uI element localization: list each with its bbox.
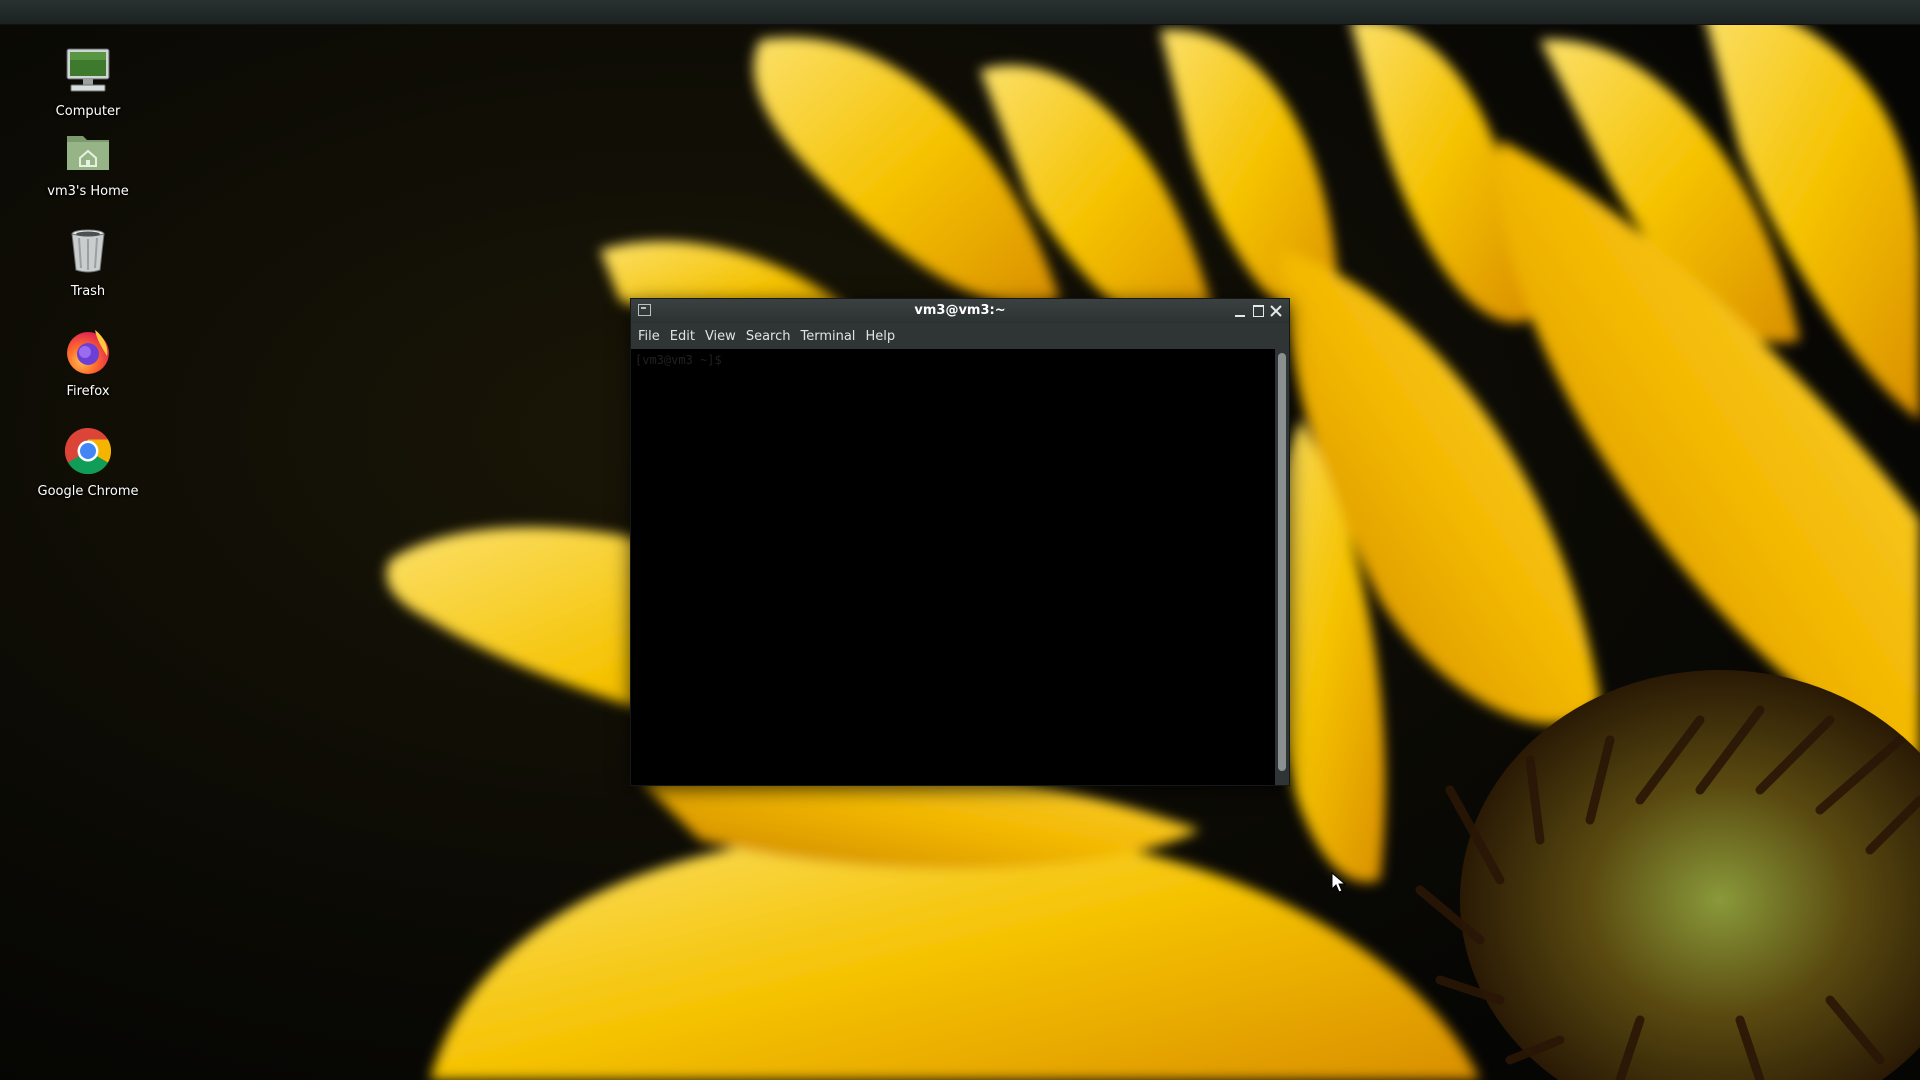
desktop-icon-firefox[interactable]: Firefox: [28, 324, 148, 399]
desktop-icon-computer[interactable]: Computer: [28, 44, 148, 119]
menu-view[interactable]: View: [700, 329, 741, 344]
close-icon: [1270, 305, 1282, 317]
minimize-button[interactable]: [1231, 302, 1249, 320]
maximize-button[interactable]: [1249, 302, 1267, 320]
chrome-icon: [64, 427, 112, 475]
minimize-icon: [1235, 314, 1245, 317]
desktop-icon-label: vm3's Home: [47, 184, 129, 199]
home-folder-icon: [67, 136, 109, 170]
menu-search[interactable]: Search: [741, 329, 796, 344]
desktop-icon-label: Trash: [70, 284, 106, 299]
window-title: vm3@vm3:~: [914, 303, 1006, 318]
terminal-menubar: File Edit View Search Terminal Help: [631, 323, 1289, 349]
terminal-scrollbar[interactable]: [1275, 349, 1289, 785]
menu-help[interactable]: Help: [860, 329, 900, 344]
menu-edit[interactable]: Edit: [665, 329, 700, 344]
maximize-icon: [1252, 305, 1264, 317]
terminal-window[interactable]: vm3@vm3:~ File Edit View Search Terminal…: [630, 298, 1290, 786]
desktop-icon-home[interactable]: vm3's Home: [28, 124, 148, 199]
desktop-icon-trash[interactable]: Trash: [28, 224, 148, 299]
desktop-icon-chrome[interactable]: Google Chrome: [28, 424, 148, 499]
close-button[interactable]: [1267, 302, 1285, 320]
terminal-output[interactable]: [vm3@vm3 ~]$: [631, 349, 1275, 785]
desktop-icon-label: Computer: [55, 104, 121, 119]
computer-icon: [66, 48, 110, 92]
mouse-cursor-icon: [1331, 872, 1347, 893]
firefox-icon: [67, 330, 109, 374]
terminal-titlebar[interactable]: vm3@vm3:~: [631, 299, 1289, 323]
scrollbar-thumb[interactable]: [1278, 353, 1286, 771]
desktop-icon-label: Google Chrome: [37, 484, 139, 499]
shell-prompt: [vm3@vm3 ~]$: [635, 353, 722, 367]
desktop-icon-label: Firefox: [66, 384, 110, 399]
top-panel: [0, 0, 1920, 25]
menu-terminal[interactable]: Terminal: [795, 329, 860, 344]
trash-icon: [71, 229, 105, 273]
menu-file[interactable]: File: [633, 329, 665, 344]
